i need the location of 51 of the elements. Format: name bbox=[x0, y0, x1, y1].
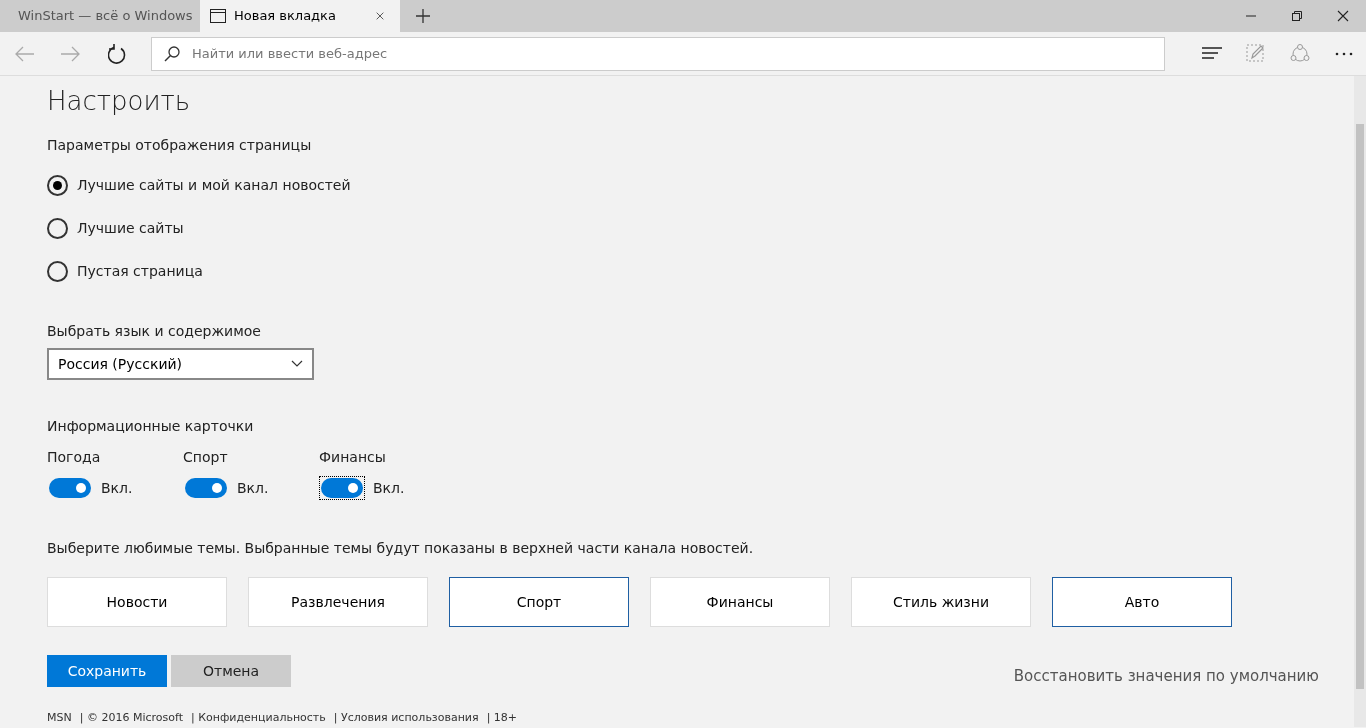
section-label: Информационные карточки bbox=[47, 417, 255, 437]
section-label: Выбрать язык и содержимое bbox=[47, 322, 262, 342]
browser-tab[interactable]: Новая вкладка bbox=[200, 0, 400, 32]
scrollbar[interactable] bbox=[1354, 76, 1366, 727]
topic-button[interactable]: Развлечения bbox=[248, 577, 428, 628]
section-label: Выберите любимые темы. Выбранные темы будут показаны в верхней части канала новостей. bbox=[47, 539, 755, 559]
footer-link[interactable]: | Условия использования bbox=[333, 709, 479, 727]
cancel-button[interactable]: Отмена bbox=[171, 655, 291, 688]
close-icon[interactable] bbox=[376, 10, 384, 22]
address-bar[interactable]: Найти или ввести веб-адрес bbox=[151, 36, 1165, 71]
radio-button[interactable] bbox=[47, 175, 68, 197]
radio-label[interactable]: Пустая страница bbox=[77, 261, 203, 283]
toggle-switch[interactable] bbox=[49, 478, 91, 499]
restore-icon[interactable] bbox=[1290, 9, 1304, 23]
toggle-label: Финансы bbox=[319, 448, 387, 468]
topic-button[interactable]: Новости bbox=[47, 577, 227, 628]
toggle-state: Вкл. bbox=[237, 478, 269, 498]
toggle-state: Вкл. bbox=[101, 478, 133, 498]
tab-title: Новая вкладка bbox=[234, 7, 337, 26]
section-label: Параметры отображения страницы bbox=[47, 136, 313, 156]
toggle-label: Погода bbox=[47, 448, 102, 468]
search-icon bbox=[164, 45, 180, 62]
toggle-state: Вкл. bbox=[373, 478, 405, 498]
topic-button[interactable]: Авто bbox=[1052, 577, 1232, 628]
topic-button[interactable]: Стиль жизни bbox=[851, 577, 1031, 628]
chevron-down-icon bbox=[291, 360, 303, 369]
dropdown-value: Россия (Русский) bbox=[58, 354, 183, 374]
save-button[interactable]: Сохранить bbox=[47, 655, 167, 688]
footer-link[interactable]: | © 2016 Microsoft bbox=[79, 709, 183, 727]
topic-button[interactable]: Финансы bbox=[650, 577, 830, 628]
page-heading: Настроить bbox=[47, 86, 192, 118]
toggle-label: Спорт bbox=[183, 448, 229, 468]
toggle-switch[interactable] bbox=[185, 478, 227, 499]
footer-text: MSN bbox=[47, 709, 72, 726]
browser-tab[interactable]: WinStart — всё о Windows bbox=[0, 0, 200, 32]
language-dropdown[interactable]: Россия (Русский) bbox=[47, 348, 314, 381]
footer-link[interactable]: | Конфиденциальность bbox=[190, 709, 326, 727]
pen-note-icon[interactable] bbox=[1245, 42, 1267, 65]
tab-title: WinStart — всё о Windows bbox=[18, 7, 193, 26]
reset-link[interactable]: Восстановить значения по умолчанию bbox=[1013, 665, 1319, 688]
radio-label[interactable]: Лучшие сайты и мой канал новостей bbox=[77, 175, 351, 197]
radio-button[interactable] bbox=[47, 218, 68, 240]
toggle-switch[interactable] bbox=[321, 478, 363, 499]
topic-button[interactable]: Спорт bbox=[449, 577, 629, 628]
plus-icon bbox=[416, 9, 430, 23]
refresh-icon[interactable] bbox=[107, 43, 128, 64]
close-icon[interactable] bbox=[1336, 9, 1350, 23]
radio-label[interactable]: Лучшие сайты bbox=[77, 218, 184, 240]
radio-button[interactable] bbox=[47, 261, 68, 283]
page-icon bbox=[210, 9, 226, 23]
footer-link[interactable]: | 18+ bbox=[486, 709, 518, 727]
